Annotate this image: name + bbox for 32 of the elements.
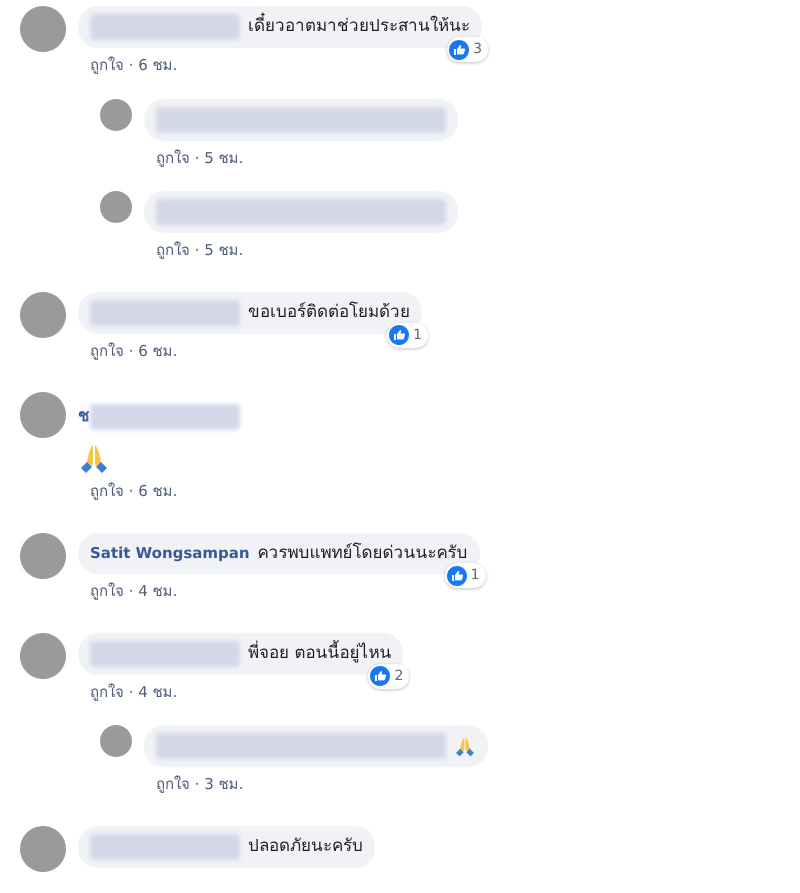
comment-meta: ถูกใจ · 4 ชม. [90, 682, 178, 703]
comment-meta: ถูกใจ · 5 ชม. [156, 240, 244, 261]
thumbs-up-icon [389, 325, 410, 345]
avatar[interactable] [100, 191, 132, 223]
comment-text: ขอเบอร์ติดต่อโยมด้วย [248, 300, 410, 324]
avatar[interactable] [20, 826, 66, 872]
comment-meta: ถูกใจ · 6 ชม. [90, 340, 178, 362]
avatar[interactable] [20, 292, 66, 338]
reaction-badge[interactable]: 3 [447, 37, 488, 62]
comment-text: พี่จอย ตอนนี้อยู่ไหน [248, 640, 392, 666]
avatar[interactable] [20, 532, 66, 578]
comment-text: ควรพบแพทย์โดยด่วนนะครับ [258, 542, 468, 564]
comment-meta: ถูกใจ · 5 ชม. [156, 148, 244, 169]
avatar[interactable] [100, 725, 132, 757]
avatar[interactable] [20, 392, 66, 438]
avatar[interactable] [100, 98, 132, 130]
reaction-badge[interactable]: 2 [368, 664, 410, 688]
comment-meta: ถูกใจ · 3 ชม. [156, 774, 244, 795]
thumbs-up-icon [370, 666, 390, 686]
comment-meta: ถูกใจ · 6 ชม. [90, 55, 178, 76]
commenter-name[interactable]: ช [78, 404, 90, 430]
commenter-name[interactable]: Satit Wongsampan [90, 542, 250, 564]
comment-text: ปลอดภัยนะครับ [248, 834, 363, 858]
reaction-badge[interactable]: 1 [444, 563, 486, 588]
avatar[interactable] [20, 632, 66, 678]
thumbs-up-icon [446, 566, 467, 586]
comment-meta: ถูกใจ · 6 ชม. [90, 481, 178, 502]
avatar[interactable] [20, 6, 66, 52]
reaction-badge[interactable]: 1 [387, 322, 428, 348]
comment-text: เดี๋ยวอาตมาช่วยประสานให้นะ [248, 14, 470, 40]
thumbs-up-icon [449, 40, 470, 60]
comment-meta: ถูกใจ · 4 ชม. [90, 581, 178, 602]
